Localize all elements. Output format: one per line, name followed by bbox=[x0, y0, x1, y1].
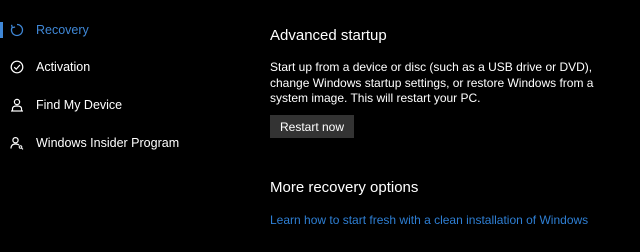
sidebar-item-label: Windows Insider Program bbox=[36, 136, 180, 150]
sidebar-item-label: Find My Device bbox=[36, 98, 123, 112]
sidebar-item-activation[interactable]: Activation bbox=[0, 54, 250, 80]
advanced-startup-description: Start up from a device or disc (such as … bbox=[270, 60, 594, 105]
clean-install-link[interactable]: Learn how to start fresh with a clean in… bbox=[270, 213, 588, 227]
settings-window: Recovery Activation Find My Device Windo… bbox=[0, 0, 640, 252]
sidebar-item-label: Activation bbox=[36, 60, 91, 74]
recovery-icon bbox=[10, 23, 24, 37]
check-circle-icon bbox=[10, 60, 24, 74]
sidebar: Recovery Activation Find My Device Windo… bbox=[0, 0, 250, 252]
sidebar-item-windows-insider-program[interactable]: Windows Insider Program bbox=[0, 130, 250, 156]
insider-icon bbox=[10, 136, 24, 150]
selection-indicator bbox=[0, 22, 3, 38]
person-location-icon bbox=[10, 98, 24, 112]
sidebar-item-label: Recovery bbox=[36, 23, 89, 37]
restart-now-button[interactable]: Restart now bbox=[270, 115, 354, 138]
sidebar-item-find-my-device[interactable]: Find My Device bbox=[0, 92, 250, 118]
more-recovery-heading: More recovery options bbox=[270, 179, 419, 196]
sidebar-item-recovery[interactable]: Recovery bbox=[0, 17, 250, 43]
advanced-startup-heading: Advanced startup bbox=[270, 27, 387, 44]
